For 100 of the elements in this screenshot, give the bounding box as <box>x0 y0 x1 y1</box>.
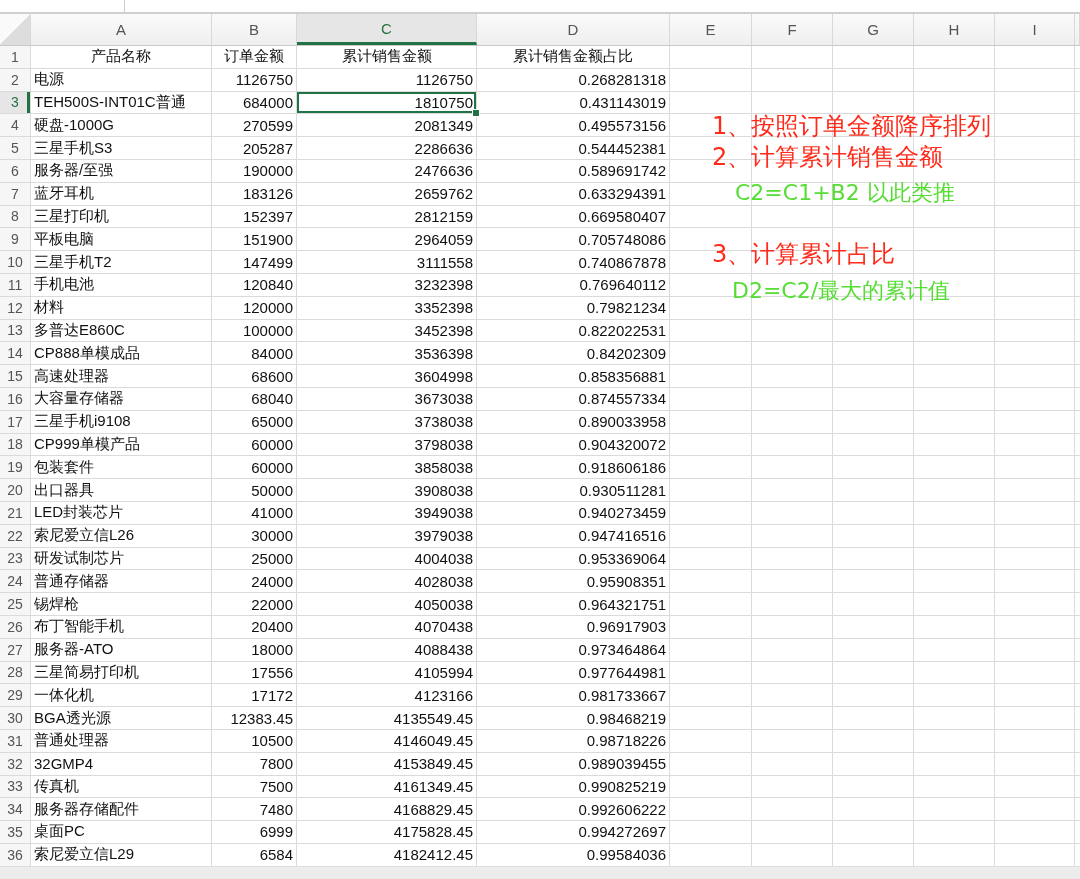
table-cell[interactable]: 2476636 <box>297 160 477 183</box>
row-header[interactable]: 15 <box>0 365 31 388</box>
table-cell[interactable]: LED封装芯片 <box>31 501 212 525</box>
row-header[interactable]: 18 <box>0 433 31 457</box>
table-cell[interactable]: 6999 <box>212 821 297 844</box>
table-cell[interactable]: 0.964321751 <box>477 593 670 616</box>
row-header[interactable]: 17 <box>0 410 31 434</box>
table-cell[interactable]: 桌面PC <box>31 821 212 844</box>
table-cell[interactable]: 3949038 <box>297 501 477 525</box>
table-cell[interactable]: 68040 <box>212 387 297 411</box>
table-cell[interactable]: 147499 <box>212 251 297 274</box>
table-cell[interactable]: 4088438 <box>297 638 477 662</box>
table-cell[interactable]: 锡焊枪 <box>31 593 212 616</box>
table-cell[interactable]: 65000 <box>212 410 297 434</box>
row-header[interactable]: 7 <box>0 182 31 206</box>
table-cell[interactable]: 0.740867878 <box>477 251 670 274</box>
table-cell[interactable]: 3604998 <box>297 365 477 388</box>
column-header[interactable]: E <box>670 14 752 45</box>
table-cell[interactable]: 0.98718226 <box>477 729 670 753</box>
table-cell[interactable]: 0.79821234 <box>477 296 670 320</box>
row-header[interactable]: 30 <box>0 707 31 730</box>
row-header[interactable]: 27 <box>0 638 31 662</box>
table-cell[interactable]: 3738038 <box>297 410 477 434</box>
row-header[interactable]: 2 <box>0 68 31 92</box>
table-cell[interactable]: 0.98468219 <box>477 707 670 730</box>
table-cell[interactable]: 0.989039455 <box>477 752 670 776</box>
table-cell[interactable]: 3908038 <box>297 479 477 502</box>
table-cell[interactable]: 0.890033958 <box>477 410 670 434</box>
row-header[interactable]: 6 <box>0 160 31 183</box>
row-header[interactable]: 35 <box>0 821 31 844</box>
row-header[interactable]: 1 <box>0 46 31 69</box>
table-cell[interactable]: 0.973464864 <box>477 638 670 662</box>
row-header[interactable]: 33 <box>0 775 31 799</box>
table-cell[interactable]: 3673038 <box>297 387 477 411</box>
row-header[interactable]: 31 <box>0 729 31 753</box>
row-header[interactable]: 4 <box>0 114 31 138</box>
table-cell[interactable]: 大容量存储器 <box>31 387 212 411</box>
row-header[interactable]: 34 <box>0 798 31 822</box>
row-header[interactable]: 25 <box>0 593 31 616</box>
table-cell[interactable]: 三星手机i9108 <box>31 410 212 434</box>
table-cell[interactable]: 出口器具 <box>31 479 212 502</box>
row-header[interactable]: 10 <box>0 251 31 274</box>
table-cell[interactable]: 0.947416516 <box>477 524 670 548</box>
row-header[interactable]: 14 <box>0 342 31 366</box>
row-header[interactable]: 23 <box>0 547 31 571</box>
row-header[interactable]: 3 <box>0 91 31 115</box>
row-header[interactable]: 16 <box>0 387 31 411</box>
table-cell[interactable]: 183126 <box>212 182 297 206</box>
table-cell[interactable]: 4153849.45 <box>297 752 477 776</box>
table-cell[interactable]: 手机电池 <box>31 273 212 297</box>
fill-handle[interactable] <box>472 109 480 118</box>
row-header[interactable]: 20 <box>0 479 31 502</box>
table-cell[interactable]: 0.589691742 <box>477 160 670 183</box>
table-cell[interactable]: 累计销售金额占比 <box>477 46 670 69</box>
table-cell[interactable]: 1810750 <box>297 91 477 115</box>
table-cell[interactable]: BGA透光源 <box>31 707 212 730</box>
row-header[interactable]: 11 <box>0 273 31 297</box>
table-cell[interactable]: 材料 <box>31 296 212 320</box>
column-header[interactable]: D <box>477 14 670 45</box>
column-header[interactable]: G <box>833 14 914 45</box>
table-cell[interactable]: 三星手机T2 <box>31 251 212 274</box>
column-header[interactable]: F <box>752 14 833 45</box>
row-header[interactable]: 8 <box>0 205 31 229</box>
table-cell[interactable]: 68600 <box>212 365 297 388</box>
table-cell[interactable]: 32GMP4 <box>31 752 212 776</box>
table-cell[interactable]: 4050038 <box>297 593 477 616</box>
table-cell[interactable]: 22000 <box>212 593 297 616</box>
table-cell[interactable]: 蓝牙耳机 <box>31 182 212 206</box>
table-cell[interactable]: 0.769640112 <box>477 273 670 297</box>
table-cell[interactable]: 4135549.45 <box>297 707 477 730</box>
table-cell[interactable]: 120840 <box>212 273 297 297</box>
table-cell[interactable]: 190000 <box>212 160 297 183</box>
table-cell[interactable]: 累计销售金额 <box>297 46 477 69</box>
column-header[interactable]: H <box>914 14 995 45</box>
table-cell[interactable]: 18000 <box>212 638 297 662</box>
table-cell[interactable]: 41000 <box>212 501 297 525</box>
column-header[interactable]: I <box>995 14 1075 45</box>
table-cell[interactable]: 0.544452381 <box>477 137 670 160</box>
table-cell[interactable]: 12383.45 <box>212 707 297 730</box>
table-cell[interactable]: 7800 <box>212 752 297 776</box>
table-cell[interactable]: 30000 <box>212 524 297 548</box>
table-cell[interactable]: 三星手机S3 <box>31 137 212 160</box>
table-cell[interactable]: 服务器-ATO <box>31 638 212 662</box>
column-header[interactable]: C <box>297 14 477 45</box>
table-cell[interactable]: 产品名称 <box>31 46 212 69</box>
table-cell[interactable]: 索尼爱立信L26 <box>31 524 212 548</box>
row-header[interactable]: 26 <box>0 615 31 639</box>
table-cell[interactable]: 0.874557334 <box>477 387 670 411</box>
table-cell[interactable]: 3111558 <box>297 251 477 274</box>
table-cell[interactable]: 4175828.45 <box>297 821 477 844</box>
table-cell[interactable]: 2659762 <box>297 182 477 206</box>
row-header[interactable]: 32 <box>0 752 31 776</box>
table-cell[interactable]: 服务器/至强 <box>31 160 212 183</box>
table-cell[interactable]: 4146049.45 <box>297 729 477 753</box>
table-cell[interactable]: 0.96917903 <box>477 615 670 639</box>
table-cell[interactable]: 0.994272697 <box>477 821 670 844</box>
row-header[interactable]: 5 <box>0 137 31 160</box>
table-cell[interactable]: 4070438 <box>297 615 477 639</box>
table-cell[interactable]: 3979038 <box>297 524 477 548</box>
row-header[interactable]: 12 <box>0 296 31 320</box>
